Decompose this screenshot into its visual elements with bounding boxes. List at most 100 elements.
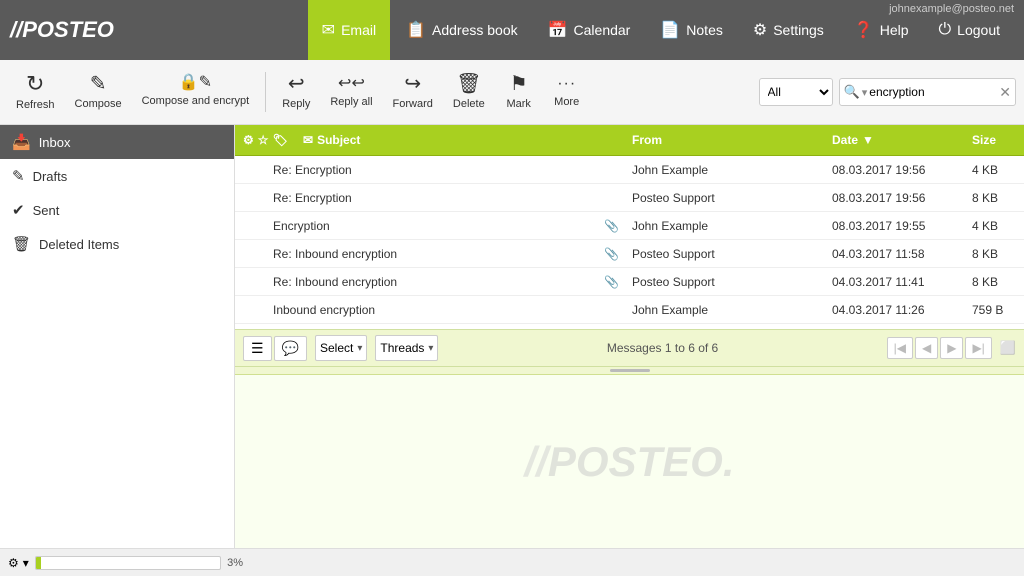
settings-icon: ⚙ [753,20,767,40]
email-icon-header: ✉ [303,133,313,147]
sidebar-item-inbox[interactable]: 📥 Inbox [0,125,234,159]
drag-handle[interactable] [235,367,1024,375]
delete-button[interactable]: 🗑 Delete [445,64,493,120]
preview-pane: //POSTEO. [235,375,1024,548]
nav-tab-notes[interactable]: 📄 Notes [646,0,737,60]
row-date-5: 04.03.2017 11:41 [824,271,964,293]
search-clear-button[interactable]: ✕ [999,84,1011,101]
storage-percent-label: 3% [227,557,243,569]
row-checkbox-6 [235,306,265,314]
nav-tab-settings[interactable]: ⚙ Settings [739,0,838,60]
row-size-1: 4 KB [964,159,1024,181]
refresh-icon: ↻ [26,73,44,95]
email-list-header: ⚙ ☆ 🏷 ✉ Subject From Date ▼ Size [235,125,1024,156]
toolbar-search: All Unread Read Flagged 🔍 ▾ ✕ [759,78,1016,106]
last-page-button[interactable]: ▶| [965,337,991,359]
toolbar-divider-1 [265,72,266,112]
compose-button[interactable]: ✎ Compose [67,64,130,120]
nav-tab-addressbook[interactable]: 📋 Address book [392,0,532,60]
table-row[interactable]: Encryption 📎 John Example 08.03.2017 19:… [235,212,1024,240]
select-arrow-icon: ▾ [357,343,362,354]
nav-tab-notes-label: Notes [686,22,723,38]
delete-icon: 🗑 [456,74,481,94]
first-page-button[interactable]: |◀ [887,337,913,359]
header-from: From [624,125,824,155]
row-attach-2 [600,194,624,202]
reply-all-button[interactable]: ↩↩ Reply all [322,64,380,120]
threads-arrow-icon: ▾ [428,343,433,354]
filter-select[interactable]: All Unread Read Flagged [759,78,833,106]
sidebar-item-inbox-label: Inbox [39,135,71,150]
row-checkbox-3 [235,222,265,230]
prev-page-button[interactable]: ◀ [915,337,938,359]
sidebar-item-deleted[interactable]: 🗑 Deleted Items [0,227,234,261]
sent-icon: ✔ [12,201,25,219]
settings-gear-button[interactable]: ⚙ ▾ [8,556,29,570]
storage-progress-fill [36,557,42,569]
nav-tab-calendar[interactable]: 📅 Calendar [534,0,645,60]
nav-tab-calendar-label: Calendar [574,22,631,38]
row-attach-6 [600,306,624,314]
gear-header-icon[interactable]: ⚙ [243,133,254,147]
row-size-6: 759 B [964,299,1024,321]
refresh-button[interactable]: ↻ Refresh [8,64,63,120]
nav-tab-email[interactable]: ✉ Email [308,0,390,60]
row-checkbox-1 [235,166,265,174]
row-from-2: Posteo Support [624,187,824,209]
main-content: 📥 Inbox ✎ Drafts ✔ Sent 🗑 Deleted Items … [0,125,1024,548]
tag-header-icon[interactable]: 🏷 [273,133,288,147]
compose-encrypt-button[interactable]: 🔒✎ Compose and encrypt [134,64,258,120]
page-nav: |◀ ◀ ▶ ▶| [887,337,992,359]
row-date-6: 04.03.2017 11:26 [824,299,964,321]
reply-all-label: Reply all [330,96,372,108]
search-input[interactable] [869,85,999,99]
header-date[interactable]: Date ▼ [824,125,964,155]
table-row[interactable]: Re: Inbound encryption 📎 Posteo Support … [235,268,1024,296]
reply-all-icon: ↩↩ [338,76,365,92]
conversation-view-button[interactable]: 💬 [274,336,307,361]
row-date-1: 08.03.2017 19:56 [824,159,964,181]
sidebar-item-sent[interactable]: ✔ Sent [0,193,234,227]
logo-brand: POSTEO [22,17,114,42]
list-view-button[interactable]: ☰ [243,336,272,361]
email-list: Re: Encryption John Example 08.03.2017 1… [235,156,1024,329]
sidebar-item-drafts[interactable]: ✎ Drafts [0,159,234,193]
table-row[interactable]: Re: Inbound encryption 📎 Posteo Support … [235,240,1024,268]
compose-encrypt-icon: 🔒✎ [179,75,212,91]
more-button[interactable]: ··· More [545,64,589,120]
compose-icon: ✎ [90,74,107,94]
row-size-5: 8 KB [964,271,1024,293]
email-icon: ✉ [322,20,335,40]
toolbar: ↻ Refresh ✎ Compose 🔒✎ Compose and encry… [0,60,1024,125]
threads-dropdown[interactable]: Threads ▾ [375,335,438,361]
next-page-button[interactable]: ▶ [940,337,963,359]
header-subject: ✉ Subject [295,125,624,155]
row-checkbox-5 [235,278,265,286]
inbox-icon: 📥 [12,133,31,151]
settings-gear-icon: ⚙ [8,556,19,570]
select-dropdown[interactable]: Select ▾ [315,335,367,361]
table-row[interactable]: Re: Encryption John Example 08.03.2017 1… [235,156,1024,184]
row-checkbox-2 [235,194,265,202]
row-size-2: 8 KB [964,187,1024,209]
settings-gear-arrow: ▾ [23,556,29,570]
row-subject-3: Encryption [265,215,600,237]
row-subject-2: Re: Encryption [265,187,600,209]
star-header-icon[interactable]: ☆ [258,133,269,147]
search-icon: 🔍 [844,84,860,100]
table-row[interactable]: Re: Encryption Posteo Support 08.03.2017… [235,184,1024,212]
search-box: 🔍 ▾ ✕ [839,78,1016,106]
mark-button[interactable]: ⚑ Mark [497,64,541,120]
mark-label: Mark [506,98,530,110]
table-row[interactable]: Inbound encryption John Example 04.03.20… [235,296,1024,324]
row-from-5: Posteo Support [624,271,824,293]
forward-button[interactable]: ↪ Forward [385,64,441,120]
nav-tab-addressbook-label: Address book [432,22,518,38]
drafts-icon: ✎ [12,167,25,185]
resize-handle[interactable]: ⬜ [1000,340,1016,356]
row-date-2: 08.03.2017 19:56 [824,187,964,209]
row-subject-6: Inbound encryption [265,299,600,321]
reply-button[interactable]: ↩ Reply [274,64,318,120]
row-from-3: John Example [624,215,824,237]
header-controls: ⚙ ☆ 🏷 [235,125,295,155]
